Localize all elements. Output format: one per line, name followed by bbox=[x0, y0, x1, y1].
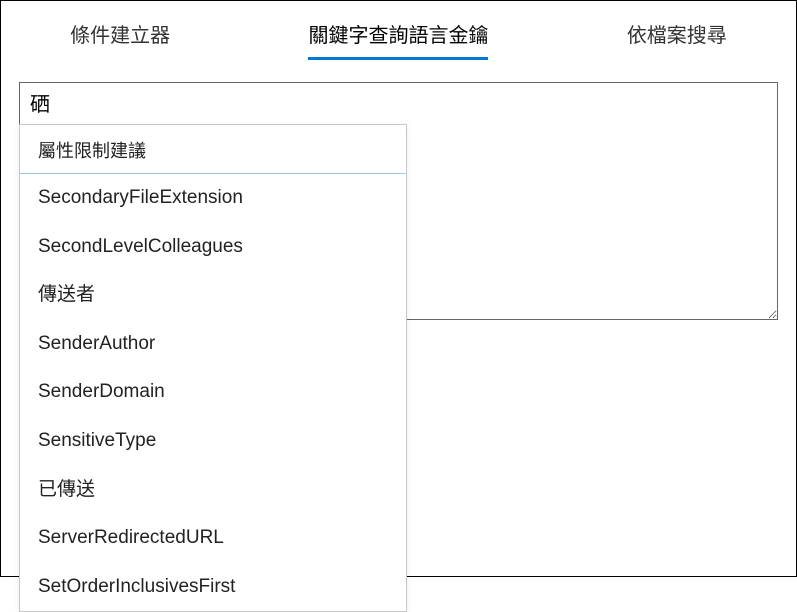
suggestion-item[interactable]: SenderDomain bbox=[20, 368, 406, 417]
suggestion-item[interactable]: ServerRedirectedURL bbox=[20, 514, 406, 563]
suggestion-item[interactable]: SetOrderInclusivesFirst bbox=[20, 563, 406, 612]
suggestion-item[interactable]: SensitiveType bbox=[20, 417, 406, 466]
tab-kql-key[interactable]: 關鍵字查詢語言金鑰 bbox=[308, 19, 488, 58]
suggestion-item[interactable]: 傳送者 bbox=[20, 271, 406, 320]
suggestion-header: 屬性限制建議 bbox=[20, 125, 406, 174]
suggestion-item[interactable]: SecondaryFileExtension bbox=[20, 174, 406, 223]
suggestion-dropdown: 屬性限制建議 SecondaryFileExtension SecondLeve… bbox=[19, 124, 407, 612]
suggestion-item[interactable]: SecondLevelColleagues bbox=[20, 223, 406, 272]
tab-condition-builder[interactable]: 條件建立器 bbox=[70, 19, 170, 58]
suggestion-item[interactable]: SenderAuthor bbox=[20, 320, 406, 369]
tab-search-by-file[interactable]: 依檔案搜尋 bbox=[627, 19, 727, 58]
tab-bar: 條件建立器 關鍵字查詢語言金鑰 依檔案搜尋 bbox=[1, 1, 796, 58]
app-frame: 條件建立器 關鍵字查詢語言金鑰 依檔案搜尋 屬性限制建議 SecondaryFi… bbox=[0, 0, 797, 577]
suggestion-item[interactable]: 已傳送 bbox=[20, 466, 406, 515]
query-area: 屬性限制建議 SecondaryFileExtension SecondLeve… bbox=[19, 82, 778, 325]
